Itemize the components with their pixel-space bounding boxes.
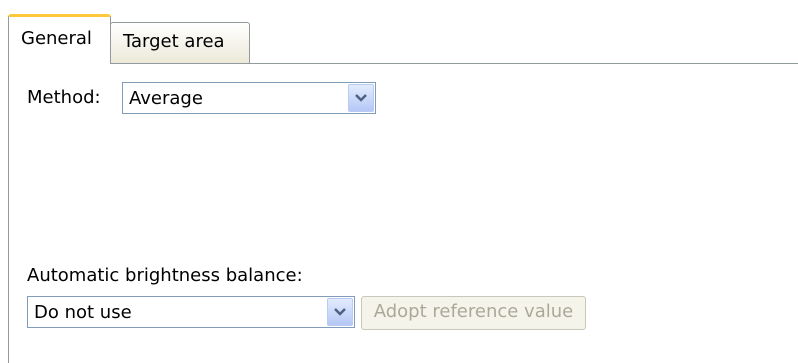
method-select-value: Average xyxy=(129,88,203,109)
method-select[interactable]: Average xyxy=(122,82,376,114)
tab-target-area[interactable]: Target area xyxy=(110,22,250,64)
tab-general[interactable]: General xyxy=(8,14,111,64)
chevron-down-icon xyxy=(355,94,367,102)
method-dropdown-button[interactable] xyxy=(348,84,374,112)
brightness-dropdown-button[interactable] xyxy=(327,298,353,326)
brightness-balance-label: Automatic brightness balance: xyxy=(27,265,303,286)
adopt-reference-value-button[interactable]: Adopt reference value xyxy=(361,296,586,330)
tab-strip: General Target area xyxy=(0,0,798,64)
chevron-down-icon xyxy=(334,308,346,316)
method-label: Method: xyxy=(27,87,101,108)
tab-general-label: General xyxy=(21,28,92,49)
brightness-balance-select[interactable]: Do not use xyxy=(27,296,355,328)
tab-target-area-label: Target area xyxy=(123,31,225,52)
adopt-reference-value-label: Adopt reference value xyxy=(373,301,574,322)
brightness-balance-select-value: Do not use xyxy=(34,302,132,323)
